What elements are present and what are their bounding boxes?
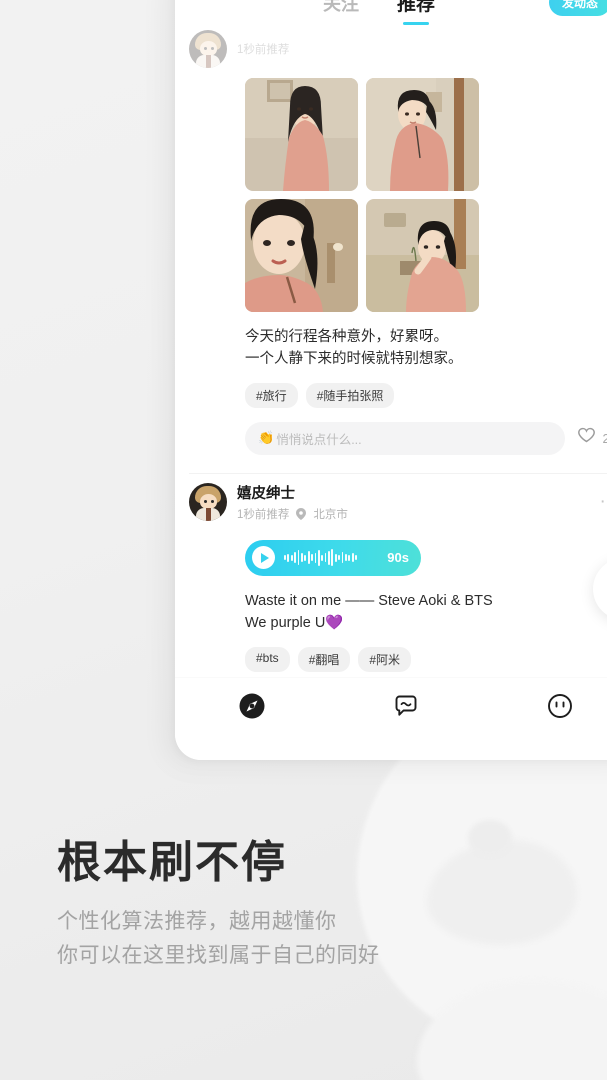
discover-icon[interactable] [238,692,266,725]
top-tab-bar: 关注 推荐 发动态 [175,0,607,22]
photo-thumbnail[interactable] [366,199,479,312]
post-time: 1秒前推荐 [237,508,290,521]
deco-blob-medium [427,840,577,945]
play-icon[interactable] [252,546,275,570]
heart-icon[interactable] [576,425,597,451]
nav-item-chat[interactable] [329,692,483,725]
author-name[interactable]: 嬉皮绅士 [237,482,348,503]
like-action[interactable]: 20 [576,425,607,451]
publish-button[interactable]: 发动态 [548,0,607,16]
content-line-2: 一个人静下来的时候就特别想家。 [245,351,463,368]
audio-waveform [284,549,378,567]
photo-thumbnail[interactable] [245,199,358,312]
more-options-icon[interactable]: ··· [600,492,607,511]
post-meta: 1秒前推荐 [237,41,289,57]
subheadline-line-2: 你可以在这里找到属于自己的同好 [57,944,380,968]
subheadline: 个性化算法推荐，越用越懂你 你可以在这里找到属于自己的同好 [57,905,380,973]
phone-screen-mockup: 关注 推荐 发动态 1秒前推荐 今天的行程各种意外，好累呀。 一个人静下来的时候… [175,0,607,760]
clap-emoji-icon: 👏 [258,430,275,446]
comment-input[interactable]: 👏 悄悄说点什么... [245,421,565,455]
post-photos: 1秒前推荐 今天的行程各种意外，好累呀。 一个人静下来的时候就特别想家。 #旅行… [175,22,607,455]
post-header: 嬉皮绅士 1秒前推荐 北京市 ··· [189,474,607,528]
comment-placeholder: 悄悄说点什么... [276,432,362,447]
audio-player[interactable]: 90s [245,539,421,576]
avatar[interactable] [189,30,227,68]
feed-list[interactable]: 1秒前推荐 今天的行程各种意外，好累呀。 一个人静下来的时候就特别想家。 #旅行… [175,22,607,719]
content-line-1: 今天的行程各种意外，好累呀。 [245,329,448,345]
post-meta: 嬉皮绅士 1秒前推荐 北京市 [237,482,348,522]
marketing-copy: 根本刷不停 个性化算法推荐，越用越懂你 你可以在这里找到属于自己的同好 [57,838,380,973]
nav-item-discover[interactable] [175,692,329,725]
tab-recommend[interactable]: 推荐 [397,0,435,16]
photo-grid[interactable] [245,78,607,312]
post-tags: #旅行 #随手拍张照 [245,382,607,408]
avatar[interactable] [189,482,227,521]
chat-bubble-icon[interactable] [392,692,420,725]
deco-blob-bottom [417,980,607,1080]
post-tags: #bts #翻唱 #阿米 [245,646,607,672]
post-header: 1秒前推荐 [189,22,607,74]
audio-duration: 90s [387,550,409,566]
tag-item[interactable]: #阿米 [358,646,412,672]
bottom-navigation [175,677,607,760]
post-content: 今天的行程各种意外，好累呀。 一个人静下来的时候就特别想家。 [245,326,607,371]
tag-item[interactable]: #bts [245,646,290,672]
tag-item[interactable]: #随手拍张照 [305,382,395,408]
post-actions: 👏 悄悄说点什么... 20 [245,421,607,455]
post-time: 1秒前推荐 [237,44,290,56]
deco-blob-small [468,820,512,856]
content-line-2: We purple U💜 [245,615,344,632]
subheadline-line-1: 个性化算法推荐，越用越懂你 [57,910,337,934]
content-line-1: Waste it on me —— Steve Aoki & BTS [245,592,493,609]
headline: 根本刷不停 [57,838,287,887]
post-location: 北京市 [313,508,348,521]
tag-item[interactable]: #翻唱 [297,646,351,672]
location-pin-icon [296,507,307,520]
post-submeta: 1秒前推荐 北京市 [237,506,348,522]
photo-thumbnail[interactable] [366,78,479,191]
photo-thumbnail[interactable] [245,78,358,191]
feed-tabs: 关注 推荐 [323,0,435,16]
smiley-face-icon[interactable] [546,692,574,725]
tag-item[interactable]: #旅行 [245,382,298,408]
nav-item-profile[interactable] [483,692,607,725]
like-count: 20 [602,430,607,446]
tab-following[interactable]: 关注 [323,0,359,16]
post-content: Waste it on me —— Steve Aoki & BTS We pu… [245,590,607,635]
